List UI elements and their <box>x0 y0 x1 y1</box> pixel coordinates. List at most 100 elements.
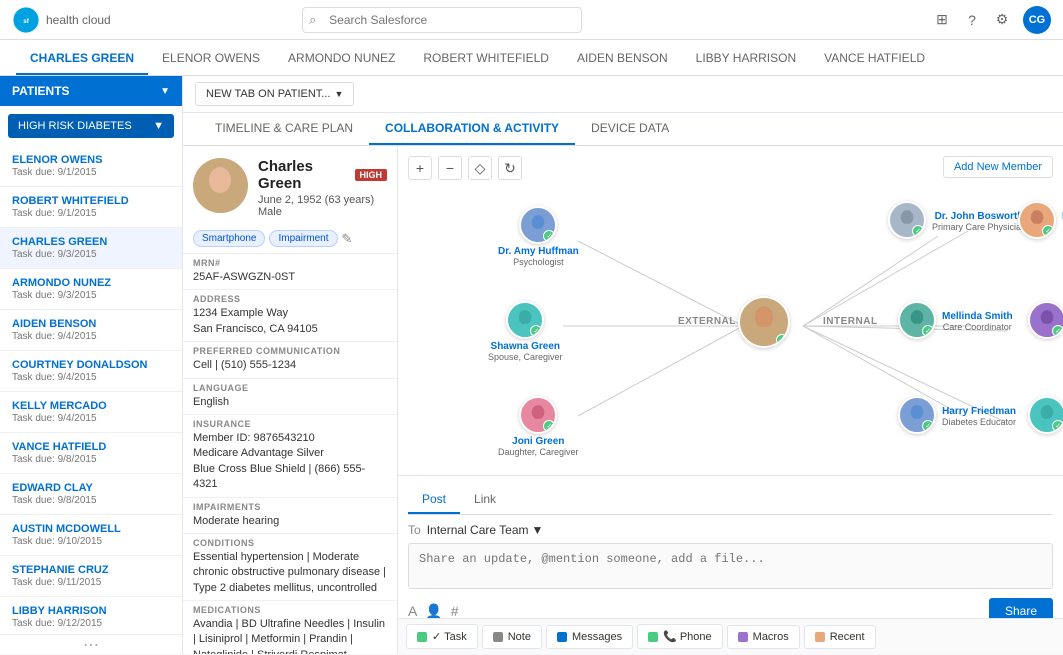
tab-elenor-owens[interactable]: ELENOR OWENS <box>148 43 274 75</box>
medications-section: MEDICATIONS Avandia | BD Ultrafine Needl… <box>183 600 397 654</box>
list-item[interactable]: EDWARD CLAY Task due: 9/8/2015 <box>0 474 182 515</box>
patient-name: AIDEN BENSON <box>12 318 170 330</box>
tab-libby-harrison[interactable]: LIBBY HARRISON <box>682 43 810 75</box>
member-john-bosworth[interactable]: ✓ Dr. John Bosworth Primary Care Physici… <box>888 201 1026 239</box>
hashtag-icon[interactable]: # <box>451 603 459 618</box>
mention-icon[interactable]: 👤 <box>425 603 442 619</box>
tab-link[interactable]: Link <box>460 486 510 514</box>
mrn-label: MRN# <box>193 258 387 268</box>
member-name: Dr. John Bosworth <box>932 211 1026 222</box>
address-label: ADDRESS <box>193 294 387 304</box>
right-panel: + − ◇ ↻ Add New Member <box>398 146 1063 654</box>
bottom-tab-phone-label: 📞 Phone <box>663 630 712 643</box>
member-role: Diabetes Educator <box>942 417 1016 427</box>
sidebar-header[interactable]: PATIENTS ▼ <box>0 76 182 106</box>
impairments-label: IMPAIRMENTS <box>193 502 387 512</box>
tab-armondo-nunez[interactable]: ARMONDO NUNEZ <box>274 43 409 75</box>
salesforce-logo: sf <box>12 6 40 34</box>
zoom-in-button[interactable]: + <box>408 156 432 180</box>
settings-icon[interactable]: ⚙ <box>993 11 1011 29</box>
bottom-tab-task-label: ✓ Task <box>432 630 467 643</box>
conditions-value: Essential hypertension | Moderate chroni… <box>193 550 387 596</box>
member-role: Psychologist <box>513 257 564 267</box>
tab-timeline[interactable]: TIMELINE & CARE PLAN <box>199 113 369 145</box>
member-harry-friedman[interactable]: ✓ Harry Friedman Diabetes Educator <box>898 396 1016 434</box>
bottom-tab-note[interactable]: Note <box>482 625 542 649</box>
member-avatar: ✓ <box>1018 201 1056 239</box>
list-item[interactable]: AIDEN BENSON Task due: 9/4/2015 <box>0 310 182 351</box>
list-item[interactable]: ELENOR OWENS Task due: 9/1/2015 <box>0 146 182 187</box>
to-chevron-icon[interactable]: ▼ <box>532 523 544 537</box>
list-item[interactable]: STEPHANIE CRUZ Task due: 9/11/2015 <box>0 556 182 597</box>
to-value: Internal Care Team ▼ <box>427 523 544 537</box>
bottom-tab-recent[interactable]: Recent <box>804 625 876 649</box>
filter-button[interactable]: HIGH RISK DIABETES ▼ <box>8 114 174 138</box>
reset-view-button[interactable]: ◇ <box>468 156 492 180</box>
insurance-section: INSURANCE Member ID: 9876543210Medicare … <box>183 414 397 497</box>
member-joni-green[interactable]: ✓ Joni Green Daughter, Caregiver <box>498 396 579 457</box>
list-item[interactable]: VANCE HATFIELD Task due: 9/8/2015 <box>0 433 182 474</box>
tab-charles-green[interactable]: CHARLES GREEN <box>16 43 148 75</box>
share-tools: A 👤 # <box>408 603 459 619</box>
conditions-section: CONDITIONS Essential hypertension | Mode… <box>183 533 397 600</box>
member-name: Joni Green <box>512 436 564 447</box>
patient-name: KELLY MERCADO <box>12 400 170 412</box>
member-shiv-pande[interactable]: ✓ Shiv Pande Physiotherapist <box>1028 301 1063 339</box>
mrn-section: MRN# 25AF-ASWGZN-0ST <box>183 253 397 289</box>
member-amy-huffman[interactable]: ✓ Dr. Amy Huffman Psychologist <box>498 206 579 267</box>
patient-task: Task due: 9/10/2015 <box>12 536 170 547</box>
member-andrew-molina[interactable]: ✓ Dr. Andrew Molina Cardiologist <box>1018 201 1063 239</box>
share-button[interactable]: Share <box>989 598 1053 618</box>
bottom-bar: ✓ Task Note Messages 📞 Phone <box>398 618 1063 654</box>
edit-tags-icon[interactable]: ✎ <box>342 231 353 247</box>
tab-device-data[interactable]: DEVICE DATA <box>575 113 685 145</box>
zoom-out-button[interactable]: − <box>438 156 462 180</box>
patient-center-node[interactable]: ✓ <box>738 296 790 348</box>
nav-icons: ⊞ ? ⚙ CG <box>933 6 1051 34</box>
tab-aiden-benson[interactable]: AIDEN BENSON <box>563 43 682 75</box>
impairments-section: IMPAIRMENTS Moderate hearing <box>183 497 397 533</box>
member-avatar: ✓ <box>506 301 544 339</box>
member-shawna-green[interactable]: ✓ Shawna Green Spouse, Caregiver <box>488 301 563 362</box>
list-item[interactable]: CHARLES GREEN Task due: 9/3/2015 <box>0 228 182 269</box>
grid-icon[interactable]: ⊞ <box>933 11 951 29</box>
tab-robert-whitefield[interactable]: ROBERT WHITEFIELD <box>409 43 563 75</box>
bottom-tab-messages[interactable]: Messages <box>546 625 633 649</box>
center-check-badge: ✓ <box>776 334 788 346</box>
sidebar-footer: ⋯ <box>0 634 182 654</box>
list-item[interactable]: COURTNEY DONALDSON Task due: 9/4/2015 <box>0 351 182 392</box>
add-member-button[interactable]: Add New Member <box>943 156 1053 178</box>
bottom-tab-task[interactable]: ✓ Task <box>406 624 478 649</box>
help-icon[interactable]: ? <box>963 11 981 29</box>
list-item[interactable]: ROBERT WHITEFIELD Task due: 9/1/2015 <box>0 187 182 228</box>
list-item[interactable]: KELLY MERCADO Task due: 9/4/2015 <box>0 392 182 433</box>
member-cindy-lo[interactable]: ✓ Cindy Lo Insurance Coordinator <box>1028 396 1063 434</box>
sidebar-chevron-icon: ▼ <box>160 86 170 97</box>
user-avatar[interactable]: CG <box>1023 6 1051 34</box>
member-name: Dr. Amy Huffman <box>498 246 579 257</box>
list-item[interactable]: AUSTIN MCDOWELL Task due: 9/10/2015 <box>0 515 182 556</box>
internal-label: INTERNAL <box>823 316 878 327</box>
sidebar-expand-icon[interactable]: ⋯ <box>83 635 99 655</box>
search-input[interactable] <box>302 7 582 33</box>
patient-name: ELENOR OWENS <box>12 154 170 166</box>
app-name: health cloud <box>46 13 111 27</box>
tab-vance-hatfield[interactable]: VANCE HATFIELD <box>810 43 939 75</box>
patient-task: Task due: 9/3/2015 <box>12 249 170 260</box>
tab-collaboration[interactable]: COLLABORATION & ACTIVITY <box>369 113 575 145</box>
medications-label: MEDICATIONS <box>193 605 387 615</box>
new-tab-button[interactable]: NEW TAB ON PATIENT... ▼ <box>195 82 354 106</box>
patient-name: ROBERT WHITEFIELD <box>12 195 170 207</box>
impairments-value: Moderate hearing <box>193 514 387 529</box>
refresh-button[interactable]: ↻ <box>498 156 522 180</box>
bottom-tab-phone[interactable]: 📞 Phone <box>637 624 723 649</box>
text-format-icon[interactable]: A <box>408 603 417 618</box>
share-input[interactable] <box>408 543 1053 589</box>
tab-post[interactable]: Post <box>408 486 460 514</box>
bottom-tab-macros[interactable]: Macros <box>727 625 800 649</box>
patient-dob: June 2, 1952 (63 years) <box>258 194 387 206</box>
comm-label: PREFERRED COMMUNICATION <box>193 346 387 356</box>
list-item[interactable]: LIBBY HARRISON Task due: 9/12/2015 <box>0 597 182 634</box>
list-item[interactable]: ARMONDO NUNEZ Task due: 9/3/2015 <box>0 269 182 310</box>
member-mellinda-smith[interactable]: ✓ Mellinda Smith Care Coordinator <box>898 301 1013 339</box>
